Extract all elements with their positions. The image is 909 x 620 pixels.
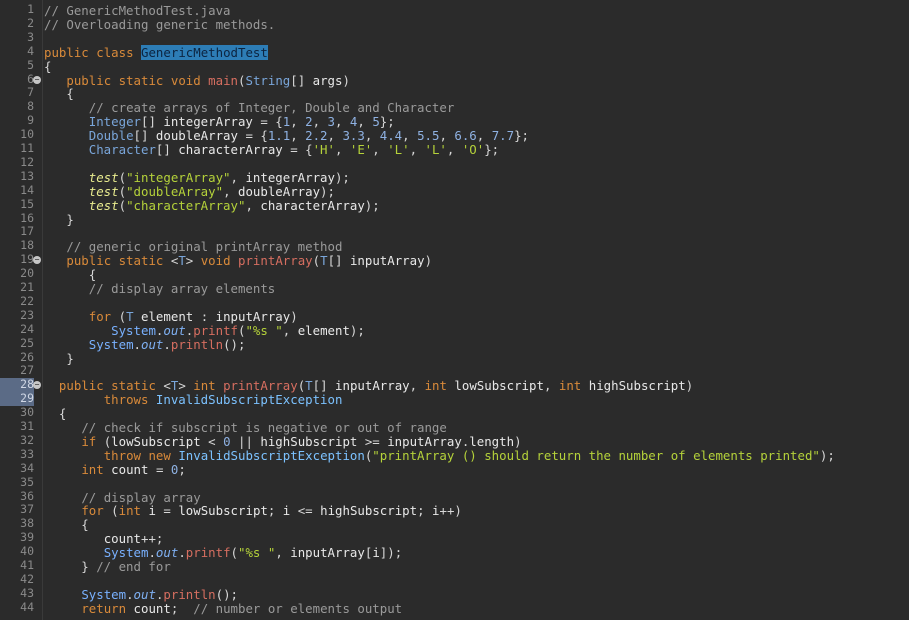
line-number: 11 [20, 141, 34, 155]
line-number: 35 [20, 474, 34, 489]
code-line[interactable]: public class GenericMethodTest [44, 44, 268, 60]
line-number: 9 [27, 113, 34, 128]
line-number: 41 [20, 558, 34, 572]
line-number: 28 [0, 377, 34, 393]
code-line[interactable]: // display array elements [44, 281, 276, 296]
code-line[interactable]: for (T element : inputArray) [44, 309, 298, 324]
line-number: 39 [20, 530, 34, 545]
line-number: 21 [20, 280, 34, 294]
code-line[interactable]: { [44, 517, 88, 532]
code-line[interactable]: Character[] characterArray = {'H', 'E', … [44, 142, 499, 157]
code-line[interactable]: if (lowSubscript < 0 || highSubscript >=… [44, 434, 521, 449]
line-number: 15 [20, 196, 34, 211]
code-line[interactable]: test("doubleArray", doubleArray); [44, 184, 335, 199]
line-number: 7 [27, 85, 34, 100]
line-number: 37 [20, 502, 34, 517]
line-number: 30 [20, 405, 34, 420]
line-number: 29 [0, 391, 34, 407]
code-line[interactable]: { [44, 267, 96, 282]
line-number: 3 [27, 29, 34, 44]
code-line[interactable]: Integer[] integerArray = {1, 2, 3, 4, 5}… [44, 114, 395, 129]
line-number: 24 [20, 321, 34, 336]
line-number: 34 [20, 460, 34, 475]
code-line[interactable]: } // end for [44, 559, 171, 574]
code-line[interactable]: int count = 0; [44, 462, 186, 477]
line-number: 32 [20, 432, 34, 447]
code-line[interactable]: // GenericMethodTest.java [44, 3, 231, 18]
line-number: 26 [20, 349, 34, 364]
code-line[interactable]: test("integerArray", integerArray); [44, 170, 350, 185]
line-number: 5 [27, 57, 34, 72]
line-number: 42 [20, 571, 34, 586]
code-line[interactable]: count++; [44, 531, 164, 546]
code-line[interactable]: { [44, 406, 66, 421]
code-line[interactable]: } [44, 351, 73, 366]
line-number: 12 [20, 154, 34, 169]
fold-toggle-icon[interactable]: − [33, 381, 41, 390]
line-number: 44 [20, 599, 34, 614]
line-number: 8 [27, 99, 34, 114]
line-number: 6 [27, 71, 34, 86]
code-line[interactable]: return count; // number or elements outp… [44, 601, 402, 616]
code-line[interactable]: public static <T> void printArray(T[] in… [44, 253, 432, 268]
line-number: 36 [20, 488, 34, 503]
line-number: 10 [20, 127, 34, 142]
line-number-gutter: 1 2 3 4 5 6−7 8 9 10 11 12 13 14 15 16 17 18 19−20 21 22 23 2… [0, 0, 43, 620]
code-line[interactable]: public static void main(String[] args) [44, 73, 350, 88]
line-number: 17 [20, 224, 34, 239]
code-line[interactable]: // display array [44, 490, 200, 505]
code-line[interactable]: throw new InvalidSubscriptException("pri… [44, 448, 835, 463]
line-number: 33 [20, 446, 34, 461]
line-number: 31 [20, 419, 34, 433]
line-number: 27 [20, 363, 34, 378]
code-line[interactable]: Double[] doubleArray = {1.1, 2.2, 3.3, 4… [44, 128, 529, 143]
line-number: 43 [20, 585, 34, 600]
code-line[interactable]: { [44, 86, 73, 101]
code-line[interactable]: System.out.println(); [44, 587, 238, 602]
line-number: 23 [20, 307, 34, 322]
code-line[interactable]: // generic original printArray method [44, 239, 342, 254]
line-number: 20 [20, 266, 34, 281]
line-number: 13 [20, 168, 34, 183]
code-line[interactable]: // check if subscript is negative or out… [44, 420, 447, 435]
code-line[interactable]: // Overloading generic methods. [44, 17, 275, 32]
code-line[interactable]: // create arrays of Integer, Double and … [44, 100, 455, 115]
code-line[interactable]: System.out.printf("%s ", element); [44, 323, 365, 338]
code-editor[interactable]: 1 2 3 4 5 6−7 8 9 10 11 12 13 14 15 16 17 18 19−20 21 22 23 2… [0, 0, 909, 620]
code-line[interactable]: System.out.println(); [44, 337, 246, 352]
code-area[interactable]: // GenericMethodTest.java// Overloading … [44, 0, 909, 620]
code-line[interactable]: System.out.printf("%s ", inputArray[i]); [44, 545, 403, 560]
fold-toggle-icon[interactable]: − [33, 75, 41, 84]
code-line[interactable]: } [44, 212, 73, 227]
line-number: 2 [27, 15, 34, 30]
code-line[interactable]: for (int i = lowSubscript; i <= highSubs… [44, 503, 462, 518]
code-line[interactable]: public static <T> int printArray(T[] inp… [44, 378, 693, 393]
line-number: 16 [20, 210, 34, 225]
line-number: 4 [27, 43, 34, 58]
line-number: 1 [27, 2, 34, 16]
line-number: 38 [20, 516, 34, 531]
line-number: 40 [20, 544, 34, 559]
code-line[interactable]: { [44, 59, 51, 74]
line-number: 22 [20, 293, 34, 308]
code-line[interactable]: test("characterArray", characterArray); [44, 198, 380, 213]
fold-toggle-icon[interactable]: − [33, 256, 41, 265]
line-number: 18 [20, 238, 34, 253]
line-number: 14 [20, 182, 34, 197]
line-number: 19 [20, 252, 34, 267]
code-line[interactable]: throws InvalidSubscriptException [44, 392, 343, 407]
line-number: 25 [20, 335, 34, 350]
